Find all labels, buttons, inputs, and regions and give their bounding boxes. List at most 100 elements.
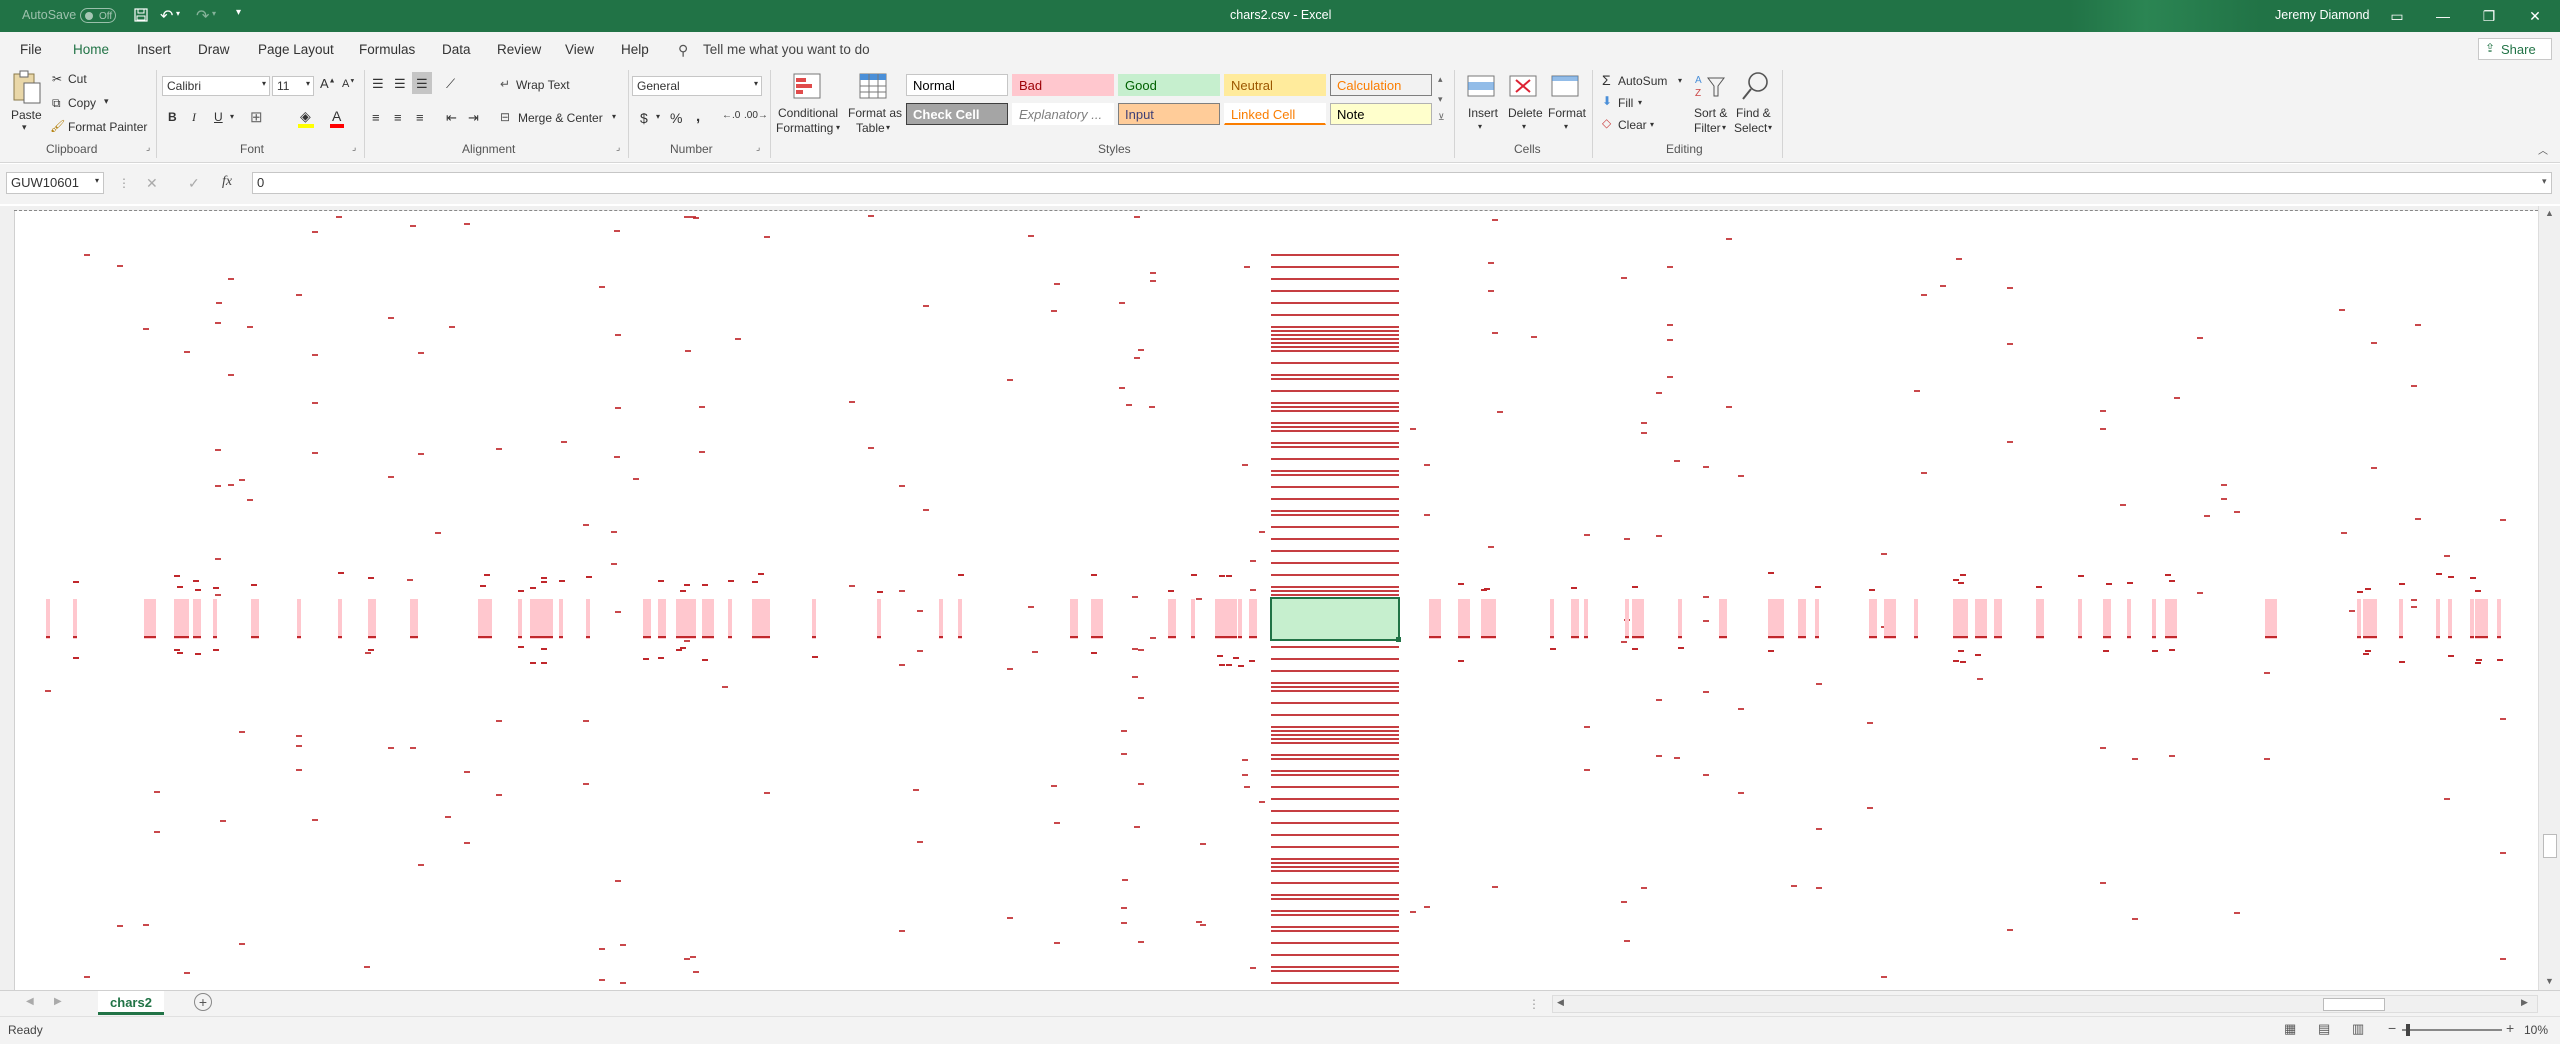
conditional-formatting-line2[interactable]: Formatting — [776, 121, 833, 135]
percent-button[interactable]: % — [670, 110, 682, 126]
ribbon-display-options-icon[interactable]: ▭ — [2374, 0, 2420, 32]
underline-dropdown-icon[interactable]: ▾ — [230, 112, 234, 121]
save-icon[interactable] — [134, 8, 148, 22]
horizontal-scrollbar[interactable]: ◀ ▶ — [1552, 995, 2538, 1013]
scroll-down-icon[interactable]: ▼ — [2545, 976, 2554, 986]
clear-dropdown-icon[interactable]: ▾ — [1650, 120, 1654, 129]
delete-dropdown-icon[interactable]: ▾ — [1522, 122, 1526, 131]
style-input[interactable]: Input — [1118, 103, 1220, 125]
increase-indent-icon[interactable]: ⇥ — [468, 110, 479, 126]
restore-button[interactable]: ❐ — [2466, 0, 2512, 32]
decrease-decimal-icon[interactable]: .00→ — [744, 110, 768, 121]
tab-data[interactable]: Data — [442, 42, 471, 57]
decrease-font-icon[interactable]: A▼ — [342, 78, 355, 90]
font-color-icon[interactable]: A — [332, 108, 341, 124]
horizontal-scroll-thumb[interactable] — [2323, 998, 2385, 1011]
comma-button[interactable]: , — [696, 108, 700, 125]
redo-icon[interactable]: ↷ — [196, 6, 209, 26]
style-note[interactable]: Note — [1330, 103, 1432, 125]
zoom-level[interactable]: 10% — [2524, 1023, 2548, 1037]
style-good[interactable]: Good — [1118, 74, 1220, 96]
number-format-box[interactable]: General ▾ — [632, 76, 762, 96]
font-size-box[interactable]: 11 ▾ — [272, 76, 314, 96]
decrease-indent-icon[interactable]: ⇤ — [446, 110, 457, 126]
autosave-toggle[interactable]: Off — [80, 8, 116, 23]
autosum-dropdown-icon[interactable]: ▾ — [1678, 76, 1682, 85]
worksheet-area[interactable]: ▲ ▼ — [0, 206, 2560, 990]
tab-draw[interactable]: Draw — [198, 42, 230, 57]
italic-button[interactable]: I — [192, 110, 196, 125]
share-button[interactable]: ⇪ Share — [2478, 38, 2552, 60]
sort-filter-line2[interactable]: Filter — [1694, 121, 1721, 135]
conditional-dropdown-icon[interactable]: ▾ — [836, 123, 840, 132]
conditional-formatting-line1[interactable]: Conditional — [778, 106, 838, 120]
customize-toolbar-icon[interactable]: ▾ — [236, 7, 241, 18]
increase-decimal-icon[interactable]: ←.0 — [722, 110, 740, 121]
expand-formula-icon[interactable]: ▾ — [2542, 176, 2547, 187]
paste-icon[interactable] — [10, 70, 42, 106]
format-cells-icon[interactable] — [1550, 72, 1582, 102]
confirm-entry-icon[interactable]: ✓ — [188, 175, 200, 192]
fill-dropdown-icon[interactable]: ▾ — [1638, 98, 1642, 107]
style-calculation[interactable]: Calculation — [1330, 74, 1432, 96]
next-sheet-icon[interactable]: ▶ — [54, 996, 62, 1007]
styles-scroll-up-icon[interactable]: ▴ — [1438, 74, 1443, 85]
clipboard-launcher-icon[interactable]: ⌟ — [146, 142, 150, 153]
merge-center-button[interactable]: Merge & Center — [518, 111, 603, 125]
prev-sheet-icon[interactable]: ◀ — [26, 996, 34, 1007]
zoom-out-icon[interactable]: − — [2388, 1020, 2396, 1036]
redo-dropdown-icon[interactable]: ▾ — [212, 9, 216, 18]
scroll-right-icon[interactable]: ▶ — [2521, 997, 2528, 1008]
insert-dropdown-icon[interactable]: ▾ — [1478, 122, 1482, 131]
zoom-slider[interactable] — [2402, 1024, 2502, 1036]
normal-view-icon[interactable]: ▦ — [2284, 1021, 2296, 1037]
currency-dropdown-icon[interactable]: ▾ — [656, 112, 660, 121]
format-painter-button[interactable]: Format Painter — [68, 120, 147, 134]
formula-input[interactable]: 0 — [252, 172, 2552, 194]
tab-page-layout[interactable]: Page Layout — [258, 42, 334, 57]
page-layout-view-icon[interactable]: ▤ — [2318, 1021, 2330, 1037]
alignment-launcher-icon[interactable]: ⌟ — [616, 142, 620, 153]
vertical-scrollbar[interactable]: ▲ ▼ — [2538, 206, 2560, 990]
styles-more-icon[interactable]: ⊻ — [1438, 112, 1445, 123]
page-break-view-icon[interactable]: ▥ — [2352, 1021, 2364, 1037]
undo-icon[interactable]: ↶ — [160, 6, 173, 26]
align-bottom-icon[interactable]: ☰ — [416, 76, 428, 92]
cancel-entry-icon[interactable]: ✕ — [146, 175, 158, 192]
sheet-tab-chars2[interactable]: chars2 — [98, 991, 164, 1015]
vertical-scroll-thumb[interactable] — [2543, 834, 2557, 858]
style-check-cell[interactable]: Check Cell — [906, 103, 1008, 125]
insert-function-icon[interactable]: fx — [222, 174, 232, 190]
delete-cells-icon[interactable] — [1508, 72, 1540, 102]
number-launcher-icon[interactable]: ⌟ — [756, 142, 760, 153]
sort-dropdown-icon[interactable]: ▾ — [1722, 123, 1726, 132]
sort-filter-icon[interactable]: AZ — [1694, 70, 1726, 102]
style-normal[interactable]: Normal — [906, 74, 1008, 96]
autosum-button[interactable]: AutoSum — [1618, 74, 1667, 88]
user-name[interactable]: Jeremy Diamond — [2275, 8, 2369, 22]
tab-home[interactable]: Home — [73, 42, 109, 57]
align-center-icon[interactable]: ≡ — [394, 110, 402, 125]
format-dropdown-icon[interactable]: ▾ — [1564, 122, 1568, 131]
tab-formulas[interactable]: Formulas — [359, 42, 415, 57]
style-bad[interactable]: Bad — [1012, 74, 1114, 96]
format-as-table-line2[interactable]: Table — [856, 121, 885, 135]
new-sheet-icon[interactable]: + — [194, 993, 212, 1011]
borders-icon[interactable]: ⊞ — [250, 108, 263, 126]
align-top-icon[interactable]: ☰ — [372, 76, 384, 92]
style-explanatory[interactable]: Explanatory ... — [1012, 103, 1114, 125]
name-box[interactable]: GUW10601 ▾ — [6, 172, 104, 194]
currency-button[interactable]: $ — [640, 110, 648, 126]
format-as-table-line1[interactable]: Format as — [848, 106, 902, 120]
find-select-icon[interactable] — [1740, 70, 1772, 102]
bold-button[interactable]: B — [168, 110, 177, 124]
fill-color-icon[interactable]: ◈ — [300, 108, 311, 125]
conditional-formatting-icon[interactable] — [792, 72, 824, 102]
minimize-button[interactable]: — — [2420, 0, 2466, 32]
cell-grid[interactable] — [14, 206, 2538, 990]
styles-scroll-down-icon[interactable]: ▾ — [1438, 94, 1443, 105]
clear-button[interactable]: Clear — [1618, 118, 1647, 132]
copy-dropdown-icon[interactable]: ▾ — [104, 96, 109, 107]
fill-button[interactable]: Fill — [1618, 96, 1633, 110]
style-neutral[interactable]: Neutral — [1224, 74, 1326, 96]
